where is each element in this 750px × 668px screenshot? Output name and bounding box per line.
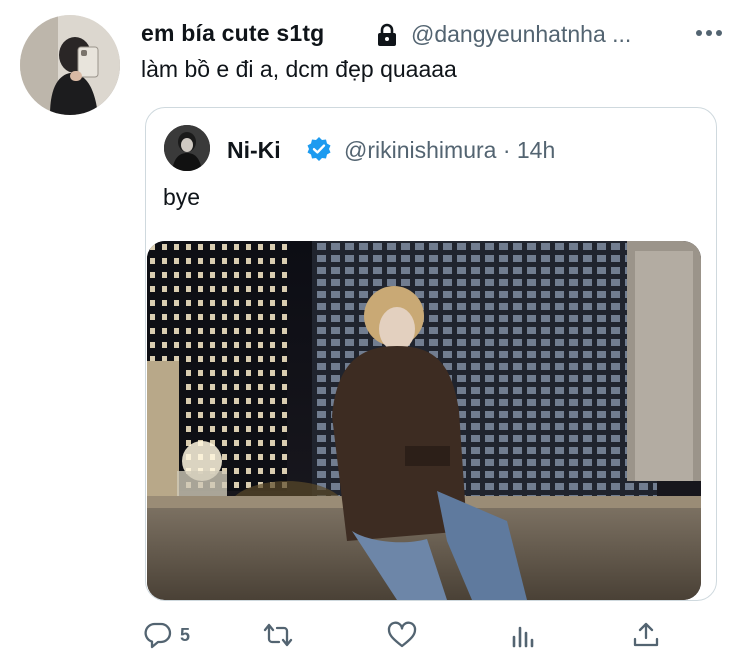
quoted-handle-time[interactable]: @rikinishimura · 14h [344,137,555,164]
author-display-name[interactable]: em bía cute s1tg [141,20,324,47]
avatar-photo [20,15,120,115]
quoted-avatar-photo [164,125,210,171]
author-avatar[interactable] [20,15,120,115]
heart-icon [387,621,417,648]
retweet-button[interactable] [263,618,293,652]
quoted-tweet-text: bye [163,184,201,210]
night-city-photo [147,241,701,600]
tweet-actions-bar: 5 [0,608,750,658]
quoted-tweet-photo[interactable] [147,241,701,600]
reply-button[interactable]: 5 [143,618,190,652]
quoted-author-avatar[interactable] [164,125,210,171]
lock-icon [378,23,396,46]
analytics-icon [512,626,534,648]
verified-badge-icon [307,137,331,161]
quoted-display-name[interactable]: Ni-Ki [227,137,281,164]
reply-icon [144,622,172,649]
like-button[interactable] [387,618,417,652]
reply-count: 5 [180,624,191,645]
retweet-icon [263,623,293,647]
share-icon [633,622,659,647]
tweet-header: em bía cute s1tg @dangyeunhatnha ... [141,18,731,52]
more-options-icon[interactable] [693,21,725,49]
author-handle[interactable]: @dangyeunhatnha ... [411,21,631,48]
share-button[interactable] [631,618,661,652]
tweet-text: làm bồ e đi a, dcm đẹp quaaaa [141,56,457,82]
quoted-tweet-card[interactable]: Ni-Ki @rikinishimura · 14h bye [145,107,717,601]
analytics-button[interactable] [509,618,539,652]
